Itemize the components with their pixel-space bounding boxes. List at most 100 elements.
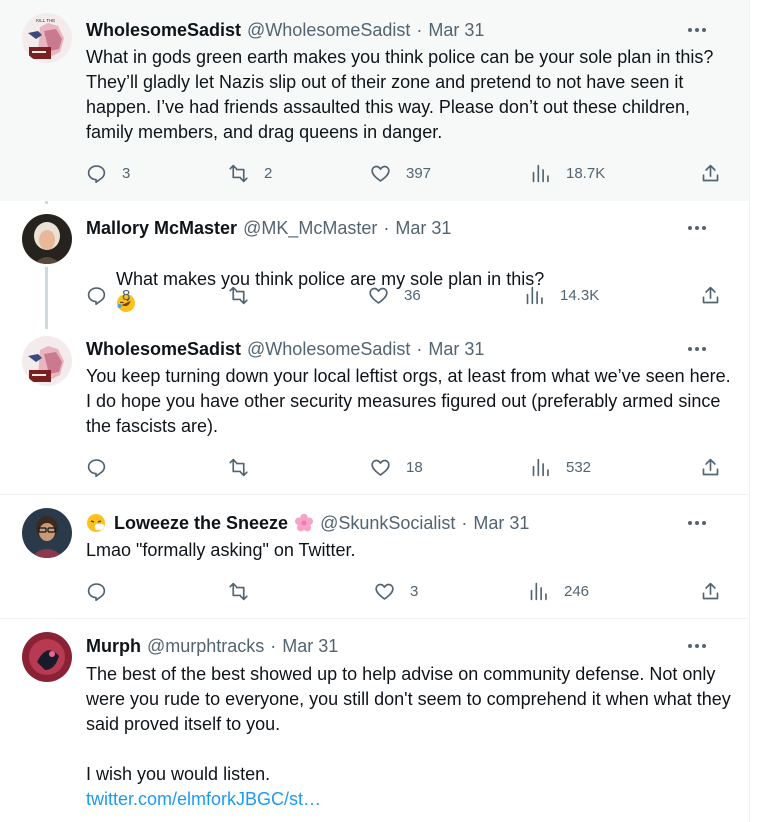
retweet-button[interactable]: 2 xyxy=(228,161,272,185)
retweet-icon xyxy=(229,164,248,182)
like-icon xyxy=(375,583,394,600)
reply-button[interactable] xyxy=(86,455,107,479)
reply-icon xyxy=(87,164,106,183)
retweet-count: 2 xyxy=(264,164,273,182)
views-button[interactable]: 14.3K xyxy=(524,283,599,307)
sneezing-face-emoji-icon xyxy=(87,514,105,532)
user-handle[interactable]: @murphtracks xyxy=(147,636,264,657)
timestamp[interactable]: Mar 31 xyxy=(473,513,529,534)
retweet-button[interactable] xyxy=(228,455,249,479)
views-icon xyxy=(532,458,549,476)
reply-icon xyxy=(87,458,106,477)
share-button[interactable] xyxy=(700,283,721,307)
share-button[interactable] xyxy=(700,579,721,603)
tweet-header: Loweeze the Sneeze @SkunkSocialist · Mar… xyxy=(86,512,729,534)
like-icon xyxy=(369,287,388,304)
retweet-button[interactable] xyxy=(228,283,264,307)
more-icon[interactable] xyxy=(687,520,707,526)
retweet-icon xyxy=(229,458,248,476)
share-button[interactable] xyxy=(700,455,721,479)
reply-button[interactable] xyxy=(86,579,107,603)
tweet[interactable]: Murph @murphtracks · Mar 31 The best of … xyxy=(0,619,749,822)
tweet[interactable]: KILL THE WholesomeSadist @WholesomeSadis… xyxy=(0,0,749,201)
user-handle[interactable]: @MK_McMaster xyxy=(243,218,377,239)
tweet-actions: 3 246 xyxy=(86,579,736,603)
like-button[interactable]: 36 xyxy=(368,283,421,307)
views-button[interactable]: 532 xyxy=(530,455,591,479)
reply-icon xyxy=(87,582,106,601)
tweet-text: Lmao "formally asking" on Twitter. xyxy=(86,540,356,560)
share-icon xyxy=(702,164,719,181)
views-count: 532 xyxy=(566,458,592,476)
like-count: 18 xyxy=(406,458,423,476)
tweet-header: Mallory McMaster @MK_McMaster · Mar 31 xyxy=(86,217,729,239)
avatar[interactable] xyxy=(22,214,72,264)
reply-button[interactable]: 8 xyxy=(86,283,130,307)
avatar[interactable] xyxy=(22,508,72,558)
like-count: 397 xyxy=(406,164,432,182)
tweet[interactable]: Loweeze the Sneeze @SkunkSocialist · Mar… xyxy=(0,495,749,619)
tweet-actions: 8 36 14.3K xyxy=(86,283,736,307)
tweet[interactable]: COP IN YOUR HEAD WholesomeSadist @Wholes… xyxy=(0,323,749,495)
more-icon[interactable] xyxy=(687,346,707,352)
user-handle[interactable]: @WholesomeSadist xyxy=(247,339,410,360)
share-icon xyxy=(702,582,719,599)
avatar[interactable]: COP IN YOUR HEAD xyxy=(22,336,72,386)
display-name[interactable]: WholesomeSadist xyxy=(86,339,241,360)
separator-dot: · xyxy=(270,635,277,656)
separator-dot: · xyxy=(416,338,423,359)
timestamp[interactable]: Mar 31 xyxy=(428,339,484,360)
more-icon[interactable] xyxy=(687,225,707,231)
like-button[interactable]: 397 xyxy=(370,161,431,185)
like-count: 36 xyxy=(404,286,421,304)
tweet[interactable]: Mallory McMaster @MK_McMaster · Mar 31 W… xyxy=(0,201,749,323)
retweet-icon xyxy=(229,286,248,304)
reply-count: 3 xyxy=(122,164,131,182)
cherry-blossom-emoji-icon xyxy=(295,513,314,532)
avatar[interactable] xyxy=(22,632,72,682)
timestamp[interactable]: Mar 31 xyxy=(282,636,338,657)
views-count: 18.7K xyxy=(566,164,606,182)
reply-icon xyxy=(87,286,106,305)
like-count: 3 xyxy=(410,582,419,600)
timestamp[interactable]: Mar 31 xyxy=(395,218,451,239)
reply-button[interactable]: 3 xyxy=(86,161,130,185)
conversation-feed: KILL THE WholesomeSadist @WholesomeSadis… xyxy=(0,0,750,822)
tweet-header: WholesomeSadist @WholesomeSadist · Mar 3… xyxy=(86,338,729,360)
reply-count: 8 xyxy=(122,286,131,304)
views-button[interactable]: 246 xyxy=(528,579,589,603)
tweet-text: You keep turning down your local leftist… xyxy=(86,366,736,436)
display-name[interactable]: WholesomeSadist xyxy=(86,20,241,41)
tweet-text: What in gods green earth makes you think… xyxy=(86,47,719,142)
separator-dot: · xyxy=(461,512,468,533)
user-handle[interactable]: @WholesomeSadist xyxy=(247,20,410,41)
tweet-actions: 3 2 397 18.7K xyxy=(86,161,736,185)
share-button[interactable] xyxy=(700,161,721,185)
more-icon[interactable] xyxy=(687,27,707,33)
views-button[interactable]: 18.7K xyxy=(530,161,605,185)
avatar[interactable]: KILL THE xyxy=(22,13,72,63)
share-icon xyxy=(702,286,719,303)
avatar-sticker-text: KILL THE xyxy=(36,18,55,23)
views-icon xyxy=(526,286,543,304)
views-icon xyxy=(530,582,547,600)
display-name[interactable]: Murph xyxy=(86,636,141,657)
separator-dot: · xyxy=(416,19,423,40)
more-icon[interactable] xyxy=(687,643,707,649)
avatar-sticker-text: COP IN YOUR HEAD xyxy=(30,381,60,385)
views-count: 14.3K xyxy=(560,286,600,304)
like-button[interactable]: 3 xyxy=(374,579,418,603)
timestamp[interactable]: Mar 31 xyxy=(428,20,484,41)
display-name[interactable]: Mallory McMaster xyxy=(86,218,237,239)
tweet-link[interactable]: twitter.com/elmforkJBGC/st… xyxy=(86,787,736,812)
separator-dot: · xyxy=(383,217,390,238)
like-button[interactable]: 18 xyxy=(370,455,423,479)
retweet-button[interactable] xyxy=(228,579,249,603)
display-name[interactable]: Loweeze the Sneeze xyxy=(114,513,288,534)
tweet-header: WholesomeSadist @WholesomeSadist · Mar 3… xyxy=(86,19,729,41)
user-handle[interactable]: @SkunkSocialist xyxy=(320,513,455,534)
tweet-actions: 18 532 xyxy=(86,455,736,479)
tweet-header: Murph @murphtracks · Mar 31 xyxy=(86,635,729,657)
like-icon xyxy=(371,459,390,476)
retweet-icon xyxy=(229,582,248,600)
